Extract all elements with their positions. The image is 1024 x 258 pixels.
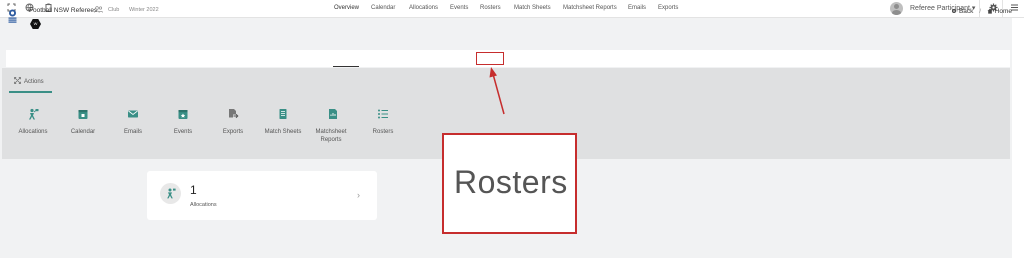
match-sheet-icon[interactable] [277, 108, 289, 120]
org-name: Football NSW Referees [29, 7, 98, 14]
page-edge [1012, 18, 1024, 258]
active-tab-indicator [333, 66, 359, 67]
tab-allocations[interactable]: Allocations [409, 5, 438, 11]
referee-icon [167, 188, 176, 199]
home-icon [987, 8, 993, 14]
card-icon-badge [160, 183, 181, 204]
tab-rosters[interactable]: Rosters [480, 5, 501, 11]
breadcrumb-separator: / [979, 8, 982, 15]
allocations-label: Allocations [190, 202, 217, 208]
club-label: Club [108, 7, 120, 13]
action-match-sheets[interactable]: Match Sheets [253, 128, 313, 136]
rosters-highlight-box [476, 52, 504, 65]
tab-matchsheet-reports[interactable]: Matchsheet Reports [563, 5, 617, 11]
tab-calendar[interactable]: Calendar [371, 5, 395, 11]
actions-tab-indicator [9, 91, 52, 93]
action-rosters[interactable]: Rosters [353, 128, 413, 136]
export-icon[interactable] [227, 108, 239, 120]
back-label: Back [958, 8, 974, 15]
tab-events[interactable]: Events [450, 5, 468, 11]
page-header [0, 18, 1024, 50]
action-matchsheet-reports[interactable]: Matchsheet Reports [306, 128, 356, 144]
event-icon[interactable] [177, 108, 189, 120]
report-icon[interactable] [327, 108, 339, 120]
back-link[interactable]: Back [951, 8, 975, 15]
user-avatar[interactable] [890, 2, 903, 15]
annotation-arrow [489, 67, 505, 115]
zoom-callout-text: Rosters [454, 164, 568, 200]
tab-match-sheets[interactable]: Match Sheets [514, 5, 551, 11]
allocations-count: 1 [190, 183, 197, 197]
referee-icon[interactable] [27, 108, 39, 120]
expand-arrows-icon [14, 77, 21, 84]
list-icon[interactable] [377, 108, 389, 120]
nav-tabs [6, 50, 1010, 67]
actions-tab-label: Actions [24, 79, 44, 85]
tab-emails[interactable]: Emails [628, 5, 646, 11]
email-icon[interactable] [127, 108, 139, 120]
actions-tab[interactable]: Actions [14, 77, 44, 85]
people-icon [91, 6, 106, 15]
chevron-right-icon[interactable]: › [357, 190, 360, 200]
breadcrumb: Back / Home [951, 8, 1012, 15]
home-label: Home [994, 8, 1012, 15]
allocations-card[interactable] [147, 171, 377, 220]
home-link[interactable]: Home [987, 8, 1012, 15]
gear-icon [952, 9, 957, 13]
tab-overview[interactable]: Overview [334, 5, 359, 11]
org-logo [8, 9, 17, 23]
calendar-icon[interactable] [77, 108, 89, 120]
tab-exports[interactable]: Exports [658, 5, 678, 11]
season-label: Winter 2022 [129, 7, 159, 13]
